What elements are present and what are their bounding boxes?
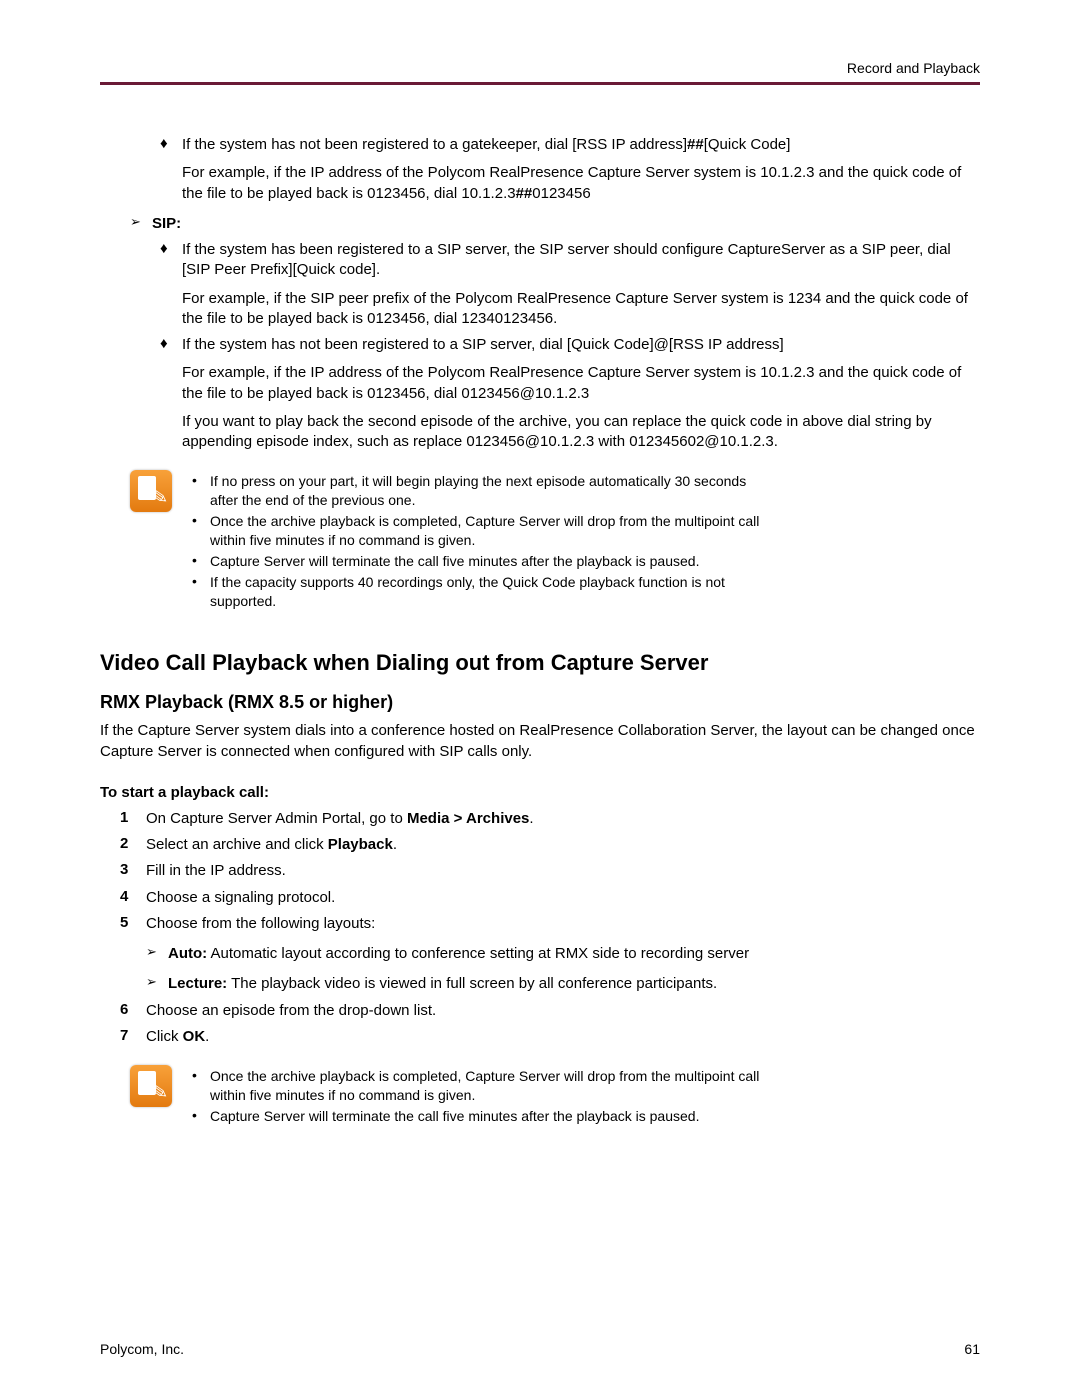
- list-item: ➢ Lecture: The playback video is viewed …: [146, 974, 980, 994]
- list-item: •Once the archive playback is completed,…: [192, 512, 772, 550]
- note-block: •If no press on your part, it will begin…: [130, 470, 980, 610]
- note-content: •Once the archive playback is completed,…: [192, 1065, 772, 1126]
- subsection-heading: RMX Playback (RMX 8.5 or higher): [100, 692, 980, 713]
- body-text: For example, if the IP address of the Po…: [182, 163, 980, 204]
- body-text: If the system has been registered to a S…: [182, 240, 980, 329]
- dot-bullet-icon: •: [192, 472, 210, 510]
- note-icon: [130, 1065, 172, 1107]
- note-icon: [130, 470, 172, 512]
- header-section-title: Record and Playback: [100, 60, 980, 76]
- body-text: For example, if the IP address of the Po…: [182, 363, 980, 404]
- step-item: 2Select an archive and click Playback.: [120, 835, 980, 855]
- dot-bullet-icon: •: [192, 1107, 210, 1126]
- list-item: ➢ SIP:: [130, 214, 980, 234]
- diamond-bullet-icon: ♦: [160, 240, 182, 329]
- ordered-steps: 1On Capture Server Admin Portal, go to M…: [120, 809, 980, 1047]
- diamond-bullet-icon: ♦: [160, 335, 182, 452]
- diamond-bullet-icon: ♦: [160, 135, 182, 204]
- list-item: •If no press on your part, it will begin…: [192, 472, 772, 510]
- procedure-heading: To start a playback call:: [100, 784, 980, 801]
- list-item: ♦ If the system has been registered to a…: [160, 240, 980, 329]
- body-text: If the system has not been registered to…: [182, 135, 980, 204]
- step-item: 4Choose a signaling protocol.: [120, 888, 980, 908]
- footer-page-number: 61: [964, 1341, 980, 1357]
- list-item: ♦ If the system has not been registered …: [160, 135, 980, 204]
- section-heading: Video Call Playback when Dialing out fro…: [100, 650, 980, 676]
- dot-bullet-icon: •: [192, 552, 210, 571]
- body-text: If the system has not been registered to…: [182, 335, 980, 452]
- list-item: •Capture Server will terminate the call …: [192, 552, 772, 571]
- list-item: •Once the archive playback is completed,…: [192, 1067, 772, 1105]
- document-page: Record and Playback ♦ If the system has …: [0, 0, 1080, 1397]
- note-content: •If no press on your part, it will begin…: [192, 470, 772, 610]
- triangle-bullet-icon: ➢: [130, 214, 152, 234]
- body-text: If you want to play back the second epis…: [182, 412, 980, 453]
- page-header: Record and Playback: [100, 60, 980, 85]
- note-block: •Once the archive playback is completed,…: [130, 1065, 980, 1126]
- dot-bullet-icon: •: [192, 512, 210, 550]
- list-item: ➢ Auto: Automatic layout according to co…: [146, 944, 980, 964]
- list-item: ♦ If the system has not been registered …: [160, 335, 980, 452]
- list-item: •If the capacity supports 40 recordings …: [192, 573, 772, 611]
- layout-options: ➢ Auto: Automatic layout according to co…: [146, 944, 980, 995]
- dot-bullet-icon: •: [192, 573, 210, 611]
- list-item: •Capture Server will terminate the call …: [192, 1107, 772, 1126]
- body-text: If the Capture Server system dials into …: [100, 721, 980, 762]
- header-rule: [100, 82, 980, 85]
- dot-bullet-icon: •: [192, 1067, 210, 1105]
- body-text: For example, if the SIP peer prefix of t…: [182, 289, 980, 330]
- step-item: 3Fill in the IP address.: [120, 861, 980, 881]
- footer-company: Polycom, Inc.: [100, 1341, 184, 1357]
- step-item: 6Choose an episode from the drop-down li…: [120, 1001, 980, 1021]
- triangle-bullet-icon: ➢: [146, 944, 168, 964]
- page-footer: Polycom, Inc. 61: [100, 1341, 980, 1357]
- step-item: 1On Capture Server Admin Portal, go to M…: [120, 809, 980, 829]
- step-item: 7Click OK.: [120, 1027, 980, 1047]
- triangle-bullet-icon: ➢: [146, 974, 168, 994]
- sip-label: SIP:: [152, 214, 980, 234]
- step-item: 5Choose from the following layouts:: [120, 914, 980, 934]
